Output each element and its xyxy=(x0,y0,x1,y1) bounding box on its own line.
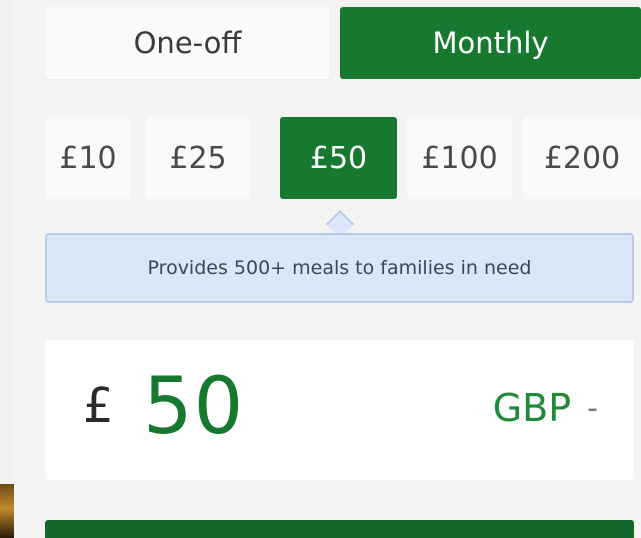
amount-option-25[interactable]: £25 xyxy=(146,117,250,199)
amount-option-50[interactable]: £50 xyxy=(280,117,397,199)
currency-symbol: £ xyxy=(83,378,114,434)
frequency-toggle: One-off Monthly xyxy=(45,7,641,79)
currency-code: GBP xyxy=(492,386,572,430)
amount-options: £10 £25 £50 £100 £200 xyxy=(45,117,641,199)
amount-option-10[interactable]: £10 xyxy=(45,117,131,199)
amount-input-field[interactable]: £ 50 GBP - xyxy=(45,340,634,480)
amount-value[interactable]: 50 xyxy=(143,362,244,452)
donation-page: One-off Monthly £10 £25 £50 £100 £200 Pr… xyxy=(0,0,641,538)
amount-option-100[interactable]: £100 xyxy=(407,117,512,199)
frequency-monthly-button[interactable]: Monthly xyxy=(340,7,641,79)
amount-option-200[interactable]: £200 xyxy=(523,117,641,199)
impact-message-banner: Provides 500+ meals to families in need xyxy=(45,233,634,303)
currency-select[interactable]: GBP - xyxy=(493,386,598,430)
frequency-one-off-button[interactable]: One-off xyxy=(45,7,330,79)
chevron-down-icon: - xyxy=(587,390,598,426)
donate-button[interactable] xyxy=(45,520,634,538)
